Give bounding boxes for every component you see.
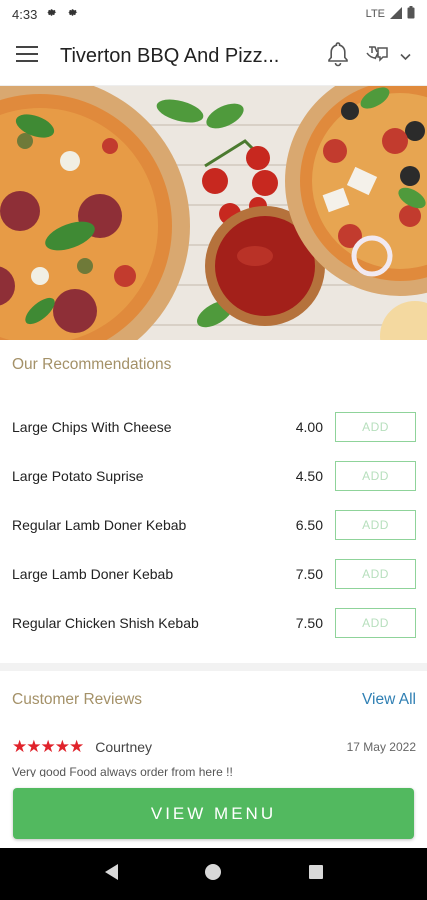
system-nav-bar bbox=[0, 848, 427, 900]
review-item: ★★★★★ Courtney 17 May 2022 Very good Foo… bbox=[0, 709, 427, 777]
reviews-section: Customer Reviews View All ★★★★★ Courtney… bbox=[0, 671, 427, 777]
reviews-title: Customer Reviews bbox=[12, 691, 143, 708]
add-button[interactable]: ADD bbox=[335, 411, 416, 442]
settings-gear-icon bbox=[45, 6, 58, 22]
notification-bell-icon[interactable] bbox=[326, 41, 350, 72]
recommendations-section: Our Recommendations Large Chips With Che… bbox=[0, 356, 427, 647]
status-bar: 4:33 LTE bbox=[0, 0, 427, 28]
item-price: 6.50 bbox=[295, 516, 323, 533]
review-text: Very good Food always order from here !! bbox=[12, 765, 233, 777]
app-bar: Tiverton BBQ And Pizz... bbox=[0, 28, 427, 86]
item-name: Large Lamb Doner Kebab bbox=[12, 565, 174, 582]
translate-icon bbox=[364, 44, 390, 69]
item-name: Regular Lamb Doner Kebab bbox=[12, 516, 187, 533]
list-item: Large Lamb Doner Kebab 7.50 ADD bbox=[0, 549, 427, 598]
item-name: Regular Chicken Shish Kebab bbox=[12, 614, 199, 631]
item-name: Large Potato Suprise bbox=[12, 467, 144, 484]
menu-icon[interactable] bbox=[16, 45, 38, 68]
home-icon[interactable] bbox=[204, 863, 222, 886]
network-type: LTE bbox=[365, 8, 385, 20]
review-date: 17 May 2022 bbox=[346, 740, 416, 754]
list-item: Regular Lamb Doner Kebab 6.50 ADD bbox=[0, 500, 427, 549]
add-button[interactable]: ADD bbox=[335, 509, 416, 540]
list-item: Large Chips With Cheese 4.00 ADD bbox=[0, 402, 427, 451]
page-title: Tiverton BBQ And Pizz... bbox=[60, 45, 280, 67]
view-all-link[interactable]: View All bbox=[362, 691, 416, 709]
back-icon[interactable] bbox=[103, 863, 119, 886]
star-rating: ★★★★★ bbox=[12, 737, 84, 756]
item-name: Large Chips With Cheese bbox=[12, 418, 172, 435]
list-item: Large Potato Suprise 4.50 ADD bbox=[0, 451, 427, 500]
status-time: 4:33 bbox=[12, 6, 38, 22]
section-divider bbox=[0, 663, 427, 671]
settings-gear-icon bbox=[66, 6, 79, 22]
add-button[interactable]: ADD bbox=[335, 558, 416, 589]
recommendations-title: Our Recommendations bbox=[12, 356, 172, 373]
item-price: 4.50 bbox=[295, 467, 323, 484]
signal-icon bbox=[390, 6, 402, 22]
hero-food-image bbox=[0, 86, 427, 340]
review-author: Courtney bbox=[95, 739, 153, 755]
recents-icon[interactable] bbox=[308, 864, 324, 885]
list-item: Regular Chicken Shish Kebab 7.50 ADD bbox=[0, 598, 427, 647]
chevron-down-icon bbox=[400, 48, 411, 66]
item-price: 7.50 bbox=[295, 565, 323, 582]
item-price: 7.50 bbox=[295, 614, 323, 631]
recommendations-list: Large Chips With Cheese 4.00 ADD Large P… bbox=[0, 402, 427, 647]
add-button[interactable]: ADD bbox=[335, 460, 416, 491]
battery-icon bbox=[407, 6, 415, 22]
item-price: 4.00 bbox=[295, 418, 323, 435]
add-button[interactable]: ADD bbox=[335, 607, 416, 638]
view-menu-button[interactable]: VIEW MENU bbox=[13, 788, 414, 839]
language-dropdown[interactable] bbox=[364, 44, 411, 69]
